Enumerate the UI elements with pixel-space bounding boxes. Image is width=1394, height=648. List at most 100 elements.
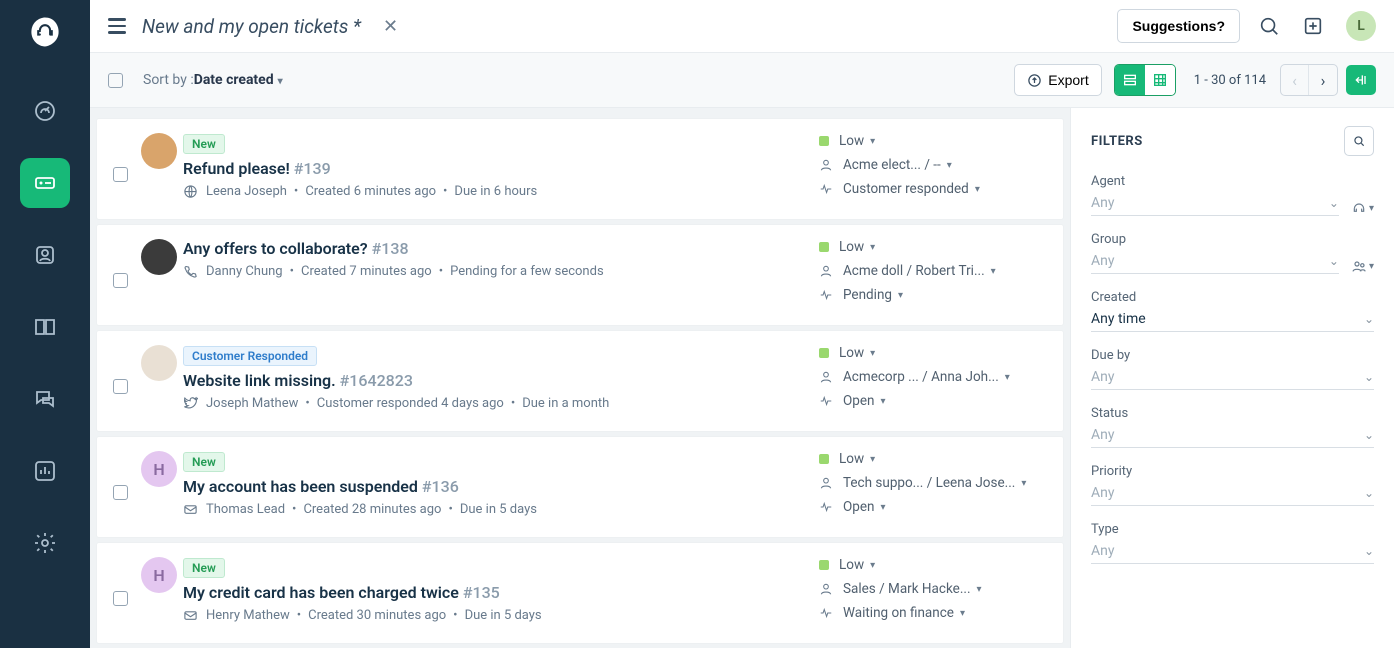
filter-agent: Agent Any⌄ ▾ — [1091, 174, 1374, 216]
top-header: New and my open tickets * ✕ Suggestions?… — [90, 0, 1394, 53]
filter-dropdown[interactable]: Any⌄ — [1091, 191, 1339, 216]
ticket-card[interactable]: Customer Responded Website link missing.… — [96, 330, 1064, 432]
assignee-dropdown[interactable]: Acme doll / Robert Tri...▾ — [819, 263, 1049, 279]
ticket-checkbox[interactable] — [113, 167, 128, 182]
ticket-subject[interactable]: My account has been suspended — [183, 477, 418, 496]
created-text: Created 28 minutes ago — [303, 502, 441, 517]
pager: ‹ › — [1280, 64, 1338, 96]
requester-name[interactable]: Henry Mathew — [206, 608, 290, 623]
sort-dropdown[interactable]: Date created▾ — [194, 72, 283, 88]
status-badge: New — [183, 452, 225, 472]
priority-dropdown[interactable]: Low▾ — [819, 345, 1049, 361]
table-view-button[interactable] — [1145, 65, 1175, 95]
filter-scope-icon[interactable]: ▾ — [1351, 258, 1374, 274]
filter-label: Group — [1091, 232, 1339, 247]
requester-name[interactable]: Joseph Mathew — [206, 396, 298, 411]
nav-contacts[interactable] — [20, 230, 70, 280]
requester-avatar — [141, 345, 177, 381]
status-badge: New — [183, 134, 225, 154]
ticket-number: #136 — [422, 477, 459, 496]
nav-dashboard[interactable] — [20, 86, 70, 136]
ticket-checkbox[interactable] — [113, 379, 128, 394]
ticket-subject[interactable]: Website link missing. — [183, 371, 336, 390]
filter-dropdown[interactable]: Any⌄ — [1091, 423, 1374, 448]
nav-solutions[interactable] — [20, 302, 70, 352]
ticket-meta: Joseph Mathew • Customer responded 4 day… — [183, 396, 819, 411]
suggestions-button[interactable]: Suggestions? — [1117, 9, 1240, 43]
filter-group: Group Any⌄ ▾ — [1091, 232, 1374, 274]
filter-label: Due by — [1091, 348, 1374, 363]
filter-dropdown[interactable]: Any⌄ — [1091, 539, 1374, 564]
priority-color-icon — [819, 560, 829, 570]
created-text: Created 6 minutes ago — [305, 184, 436, 199]
requester-avatar: H — [141, 451, 177, 487]
ticket-checkbox[interactable] — [113, 485, 128, 500]
select-all-checkbox[interactable] — [108, 73, 123, 88]
assignee-dropdown[interactable]: Tech suppo... / Leena Jose...▾ — [819, 475, 1049, 491]
ticket-checkbox[interactable] — [113, 591, 128, 606]
nav-chat[interactable] — [20, 374, 70, 424]
next-page-button[interactable]: › — [1309, 65, 1337, 95]
priority-dropdown[interactable]: Low▾ — [819, 557, 1049, 573]
search-icon[interactable] — [1258, 15, 1280, 37]
filter-label: Status — [1091, 406, 1374, 421]
nav-reports[interactable] — [20, 446, 70, 496]
status-dropdown[interactable]: Open▾ — [819, 393, 1049, 409]
status-dropdown[interactable]: Waiting on finance▾ — [819, 605, 1049, 621]
filter-dropdown[interactable]: Any⌄ — [1091, 365, 1374, 390]
due-text: Due in 6 hours — [454, 184, 537, 199]
nav-settings[interactable] — [20, 518, 70, 568]
priority-color-icon — [819, 136, 829, 146]
nav-tickets[interactable] — [20, 158, 70, 208]
requester-name[interactable]: Thomas Lead — [206, 502, 285, 517]
filter-scope-icon[interactable]: ▾ — [1351, 200, 1374, 216]
filters-panel: FILTERS Agent Any⌄ ▾ Group Any⌄ ▾ Cre — [1070, 108, 1394, 648]
menu-toggle-icon[interactable] — [108, 14, 126, 38]
due-text: Pending for a few seconds — [450, 264, 604, 279]
filter-label: Priority — [1091, 464, 1374, 479]
ticket-card[interactable]: New Refund please! #139 Leena Joseph • C… — [96, 118, 1064, 220]
app-logo — [27, 14, 63, 50]
filter-dropdown[interactable]: Any time⌄ — [1091, 307, 1374, 332]
prev-page-button[interactable]: ‹ — [1281, 65, 1309, 95]
sort-label: Sort by : — [143, 72, 194, 88]
ticket-card[interactable]: Any offers to collaborate? #138 Danny Ch… — [96, 224, 1064, 326]
ticket-subject[interactable]: My credit card has been charged twice — [183, 583, 459, 602]
filter-label: Agent — [1091, 174, 1339, 189]
assignee-dropdown[interactable]: Acmecorp ... / Anna Joh...▾ — [819, 369, 1049, 385]
priority-color-icon — [819, 242, 829, 252]
view-toggle — [1114, 64, 1176, 96]
assignee-dropdown[interactable]: Sales / Mark Hacke...▾ — [819, 581, 1049, 597]
filter-label: Type — [1091, 522, 1374, 537]
created-text: Customer responded 4 days ago — [317, 396, 504, 411]
ticket-subject[interactable]: Refund please! — [183, 159, 290, 178]
card-view-button[interactable] — [1115, 65, 1145, 95]
ticket-checkbox[interactable] — [113, 273, 128, 288]
requester-name[interactable]: Danny Chung — [206, 264, 283, 279]
priority-dropdown[interactable]: Low▾ — [819, 239, 1049, 255]
priority-dropdown[interactable]: Low▾ — [819, 133, 1049, 149]
ticket-number: #1642823 — [340, 371, 413, 390]
priority-color-icon — [819, 348, 829, 358]
status-dropdown[interactable]: Pending▾ — [819, 287, 1049, 303]
user-avatar[interactable]: L — [1346, 11, 1376, 41]
filters-title: FILTERS — [1091, 134, 1143, 149]
assignee-dropdown[interactable]: Acme elect... / --▾ — [819, 157, 1049, 173]
view-title[interactable]: New and my open tickets * — [142, 15, 361, 38]
close-view-icon[interactable]: ✕ — [383, 16, 398, 37]
new-ticket-icon[interactable] — [1302, 15, 1324, 37]
due-text: Due in 5 days — [465, 608, 542, 623]
ticket-card[interactable]: H New My credit card has been charged tw… — [96, 542, 1064, 644]
filter-dropdown[interactable]: Any⌄ — [1091, 249, 1339, 274]
export-button[interactable]: Export — [1014, 64, 1101, 96]
toggle-filters-button[interactable] — [1346, 65, 1376, 95]
status-dropdown[interactable]: Customer responded▾ — [819, 181, 1049, 197]
filter-search-button[interactable] — [1344, 126, 1374, 156]
status-dropdown[interactable]: Open▾ — [819, 499, 1049, 515]
requester-name[interactable]: Leena Joseph — [206, 184, 287, 199]
ticket-card[interactable]: H New My account has been suspended #136… — [96, 436, 1064, 538]
priority-dropdown[interactable]: Low▾ — [819, 451, 1049, 467]
requester-avatar — [141, 133, 177, 169]
ticket-subject[interactable]: Any offers to collaborate? — [183, 239, 368, 258]
filter-dropdown[interactable]: Any⌄ — [1091, 481, 1374, 506]
